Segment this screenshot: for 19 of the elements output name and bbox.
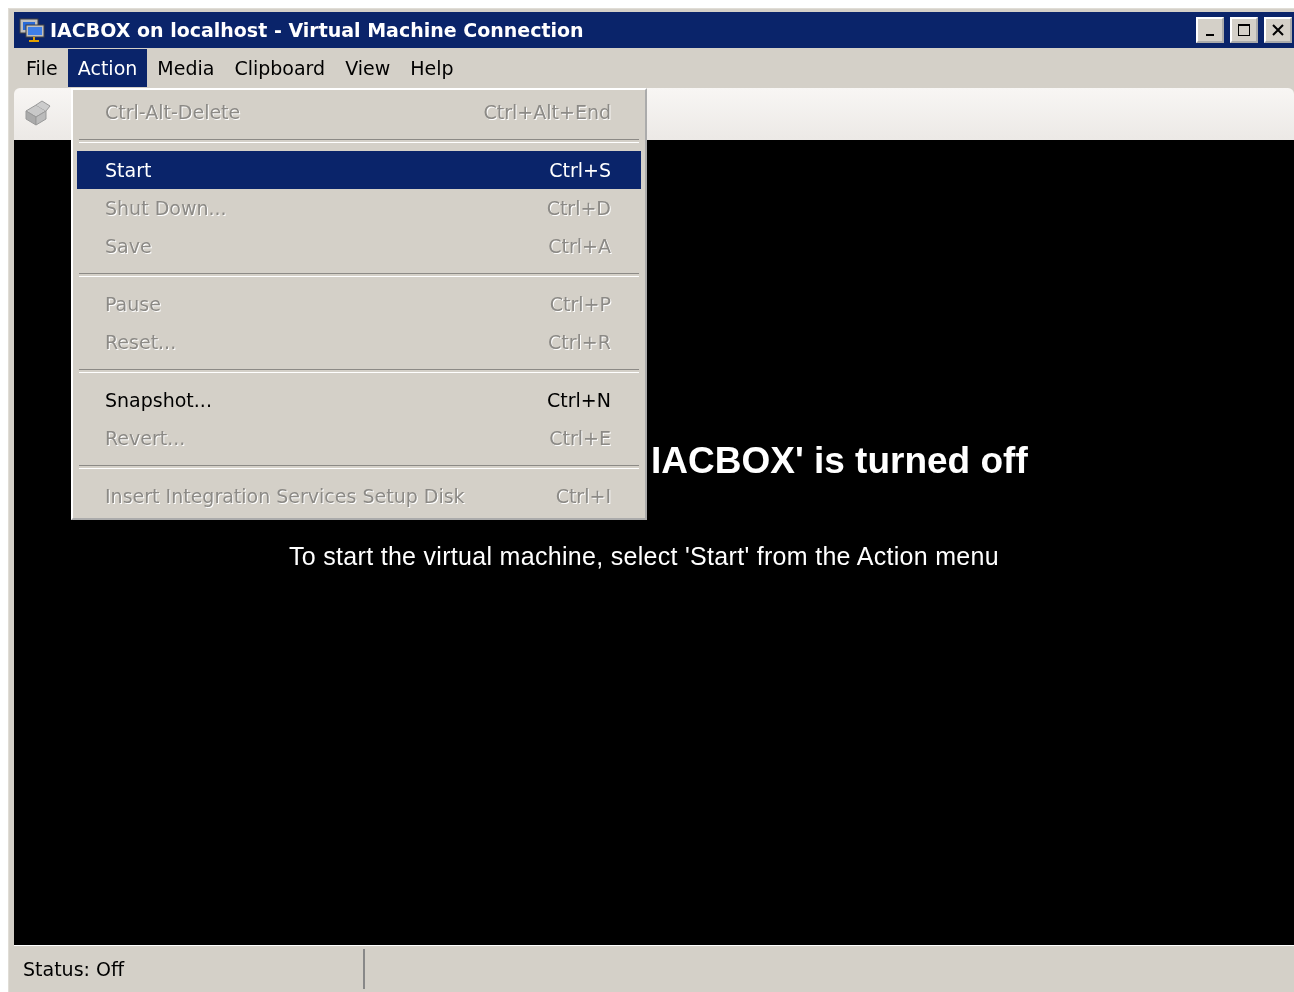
menu-entry[interactable]: Snapshot... Ctrl+N — [77, 381, 641, 419]
status-text: Status: Off — [14, 949, 365, 989]
monitor-icon — [18, 17, 46, 43]
menu-item[interactable]: Help — [400, 49, 464, 87]
maximize-icon — [1237, 23, 1251, 37]
close-button[interactable] — [1264, 17, 1292, 43]
menu-item[interactable]: Media — [147, 49, 225, 87]
minimize-button[interactable] — [1196, 17, 1224, 43]
menu-item[interactable]: File — [16, 49, 68, 87]
menu-item[interactable]: Clipboard — [224, 49, 336, 87]
minimize-icon — [1206, 34, 1214, 36]
menu-entry[interactable]: Start Ctrl+S — [77, 151, 641, 189]
close-icon — [1271, 23, 1285, 37]
menu-item[interactable]: Action — [67, 49, 148, 87]
maximize-button[interactable] — [1230, 17, 1258, 43]
vm-off-message: To start the virtual machine, select 'Start' from the Action menu — [289, 542, 999, 571]
menu-item[interactable]: View — [335, 49, 401, 87]
window-title: IACBOX on localhost - Virtual Machine Connection — [50, 19, 585, 41]
vm-off-heading: IACBOX' is turned off — [651, 440, 1028, 482]
